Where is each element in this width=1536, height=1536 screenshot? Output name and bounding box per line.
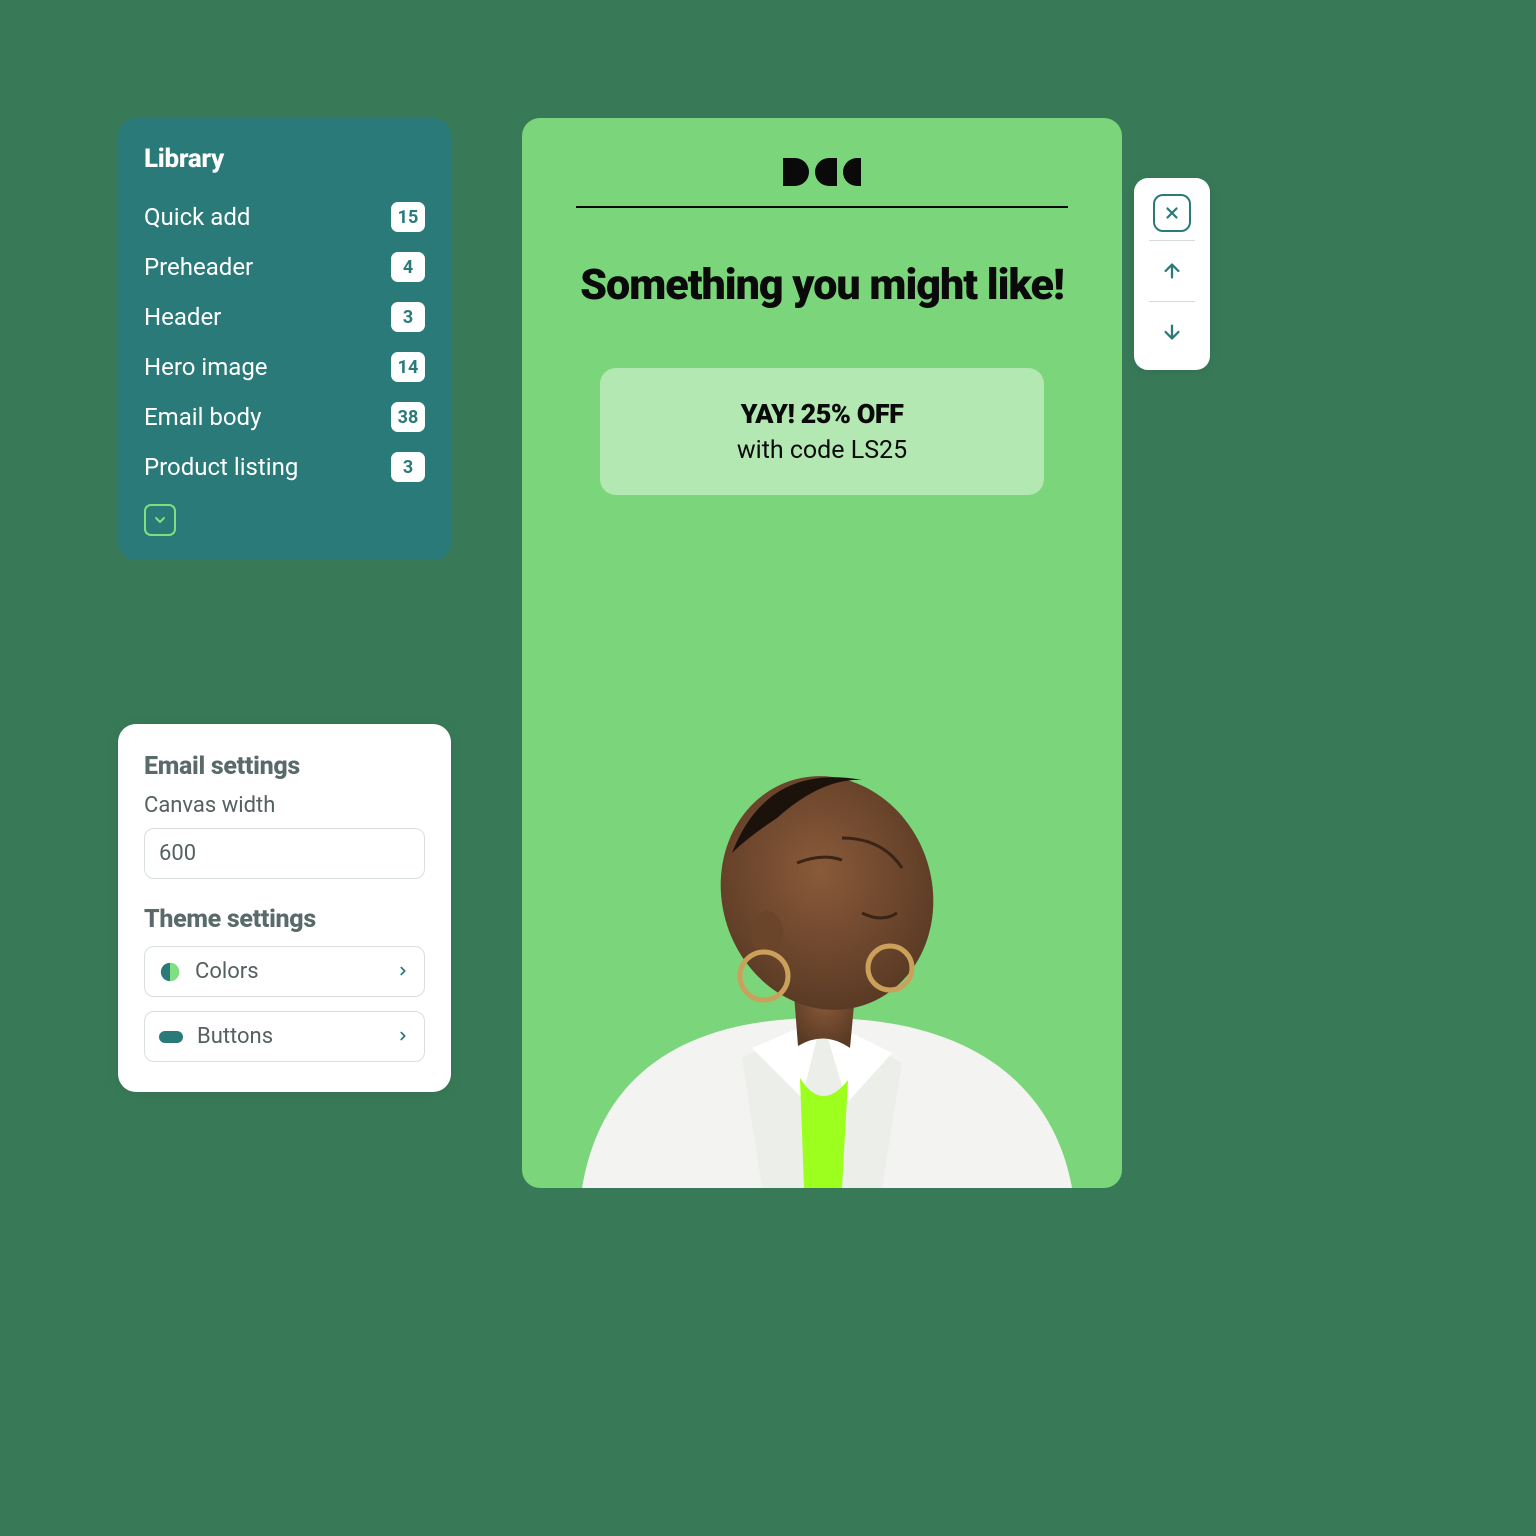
logo-shape-icon	[815, 158, 837, 186]
theme-colors-label: Colors	[195, 959, 382, 984]
arrow-down-icon	[1161, 321, 1183, 343]
canvas-width-label: Canvas width	[144, 793, 425, 818]
divider	[576, 206, 1068, 208]
theme-buttons-button[interactable]: Buttons	[144, 1011, 425, 1062]
brand-logo	[576, 158, 1068, 186]
preview-headline: Something you might like!	[576, 260, 1068, 312]
library-item-label: Email body	[144, 403, 261, 431]
theme-buttons-label: Buttons	[197, 1024, 382, 1049]
library-item-label: Hero image	[144, 353, 268, 381]
library-item-label: Preheader	[144, 253, 253, 281]
promo-sub: with code LS25	[620, 436, 1024, 465]
count-badge: 3	[391, 452, 425, 482]
palette-icon	[159, 961, 181, 983]
count-badge: 4	[391, 252, 425, 282]
logo-shape-icon	[783, 158, 809, 186]
delete-block-button[interactable]	[1153, 194, 1191, 232]
promo-box: YAY! 25% OFF with code LS25	[600, 368, 1044, 495]
separator	[1149, 240, 1195, 241]
logo-shape-icon	[843, 158, 861, 186]
move-down-button[interactable]	[1150, 310, 1194, 354]
email-settings-title: Email settings	[144, 752, 425, 781]
count-badge: 3	[391, 302, 425, 332]
chevron-right-icon	[396, 1024, 410, 1049]
library-panel: Library Quick add 15 Preheader 4 Header …	[118, 118, 451, 560]
count-badge: 14	[391, 352, 425, 382]
library-item-quick-add[interactable]: Quick add 15	[144, 192, 425, 242]
canvas-width-input[interactable]	[144, 828, 425, 879]
library-item-product-listing[interactable]: Product listing 3	[144, 442, 425, 492]
settings-panel: Email settings Canvas width Theme settin…	[118, 724, 451, 1092]
theme-colors-button[interactable]: Colors	[144, 946, 425, 997]
library-item-label: Product listing	[144, 453, 298, 481]
block-toolbar	[1134, 178, 1210, 370]
move-up-button[interactable]	[1150, 249, 1194, 293]
close-icon	[1163, 204, 1181, 222]
library-title: Library	[144, 144, 425, 174]
chevron-right-icon	[396, 959, 410, 984]
library-item-label: Header	[144, 303, 221, 331]
expand-button[interactable]	[144, 504, 176, 536]
button-icon	[159, 1029, 183, 1045]
email-preview: Something you might like! YAY! 25% OFF w…	[522, 118, 1122, 1188]
theme-settings-title: Theme settings	[144, 905, 425, 934]
arrow-up-icon	[1161, 260, 1183, 282]
separator	[1149, 301, 1195, 302]
chevron-down-icon	[152, 512, 168, 528]
library-item-label: Quick add	[144, 203, 250, 231]
hero-image	[522, 718, 1122, 1188]
library-item-hero-image[interactable]: Hero image 14	[144, 342, 425, 392]
promo-headline: YAY! 25% OFF	[620, 398, 1024, 430]
count-badge: 15	[391, 202, 425, 232]
library-item-preheader[interactable]: Preheader 4	[144, 242, 425, 292]
library-item-email-body[interactable]: Email body 38	[144, 392, 425, 442]
library-item-header[interactable]: Header 3	[144, 292, 425, 342]
count-badge: 38	[391, 402, 425, 432]
